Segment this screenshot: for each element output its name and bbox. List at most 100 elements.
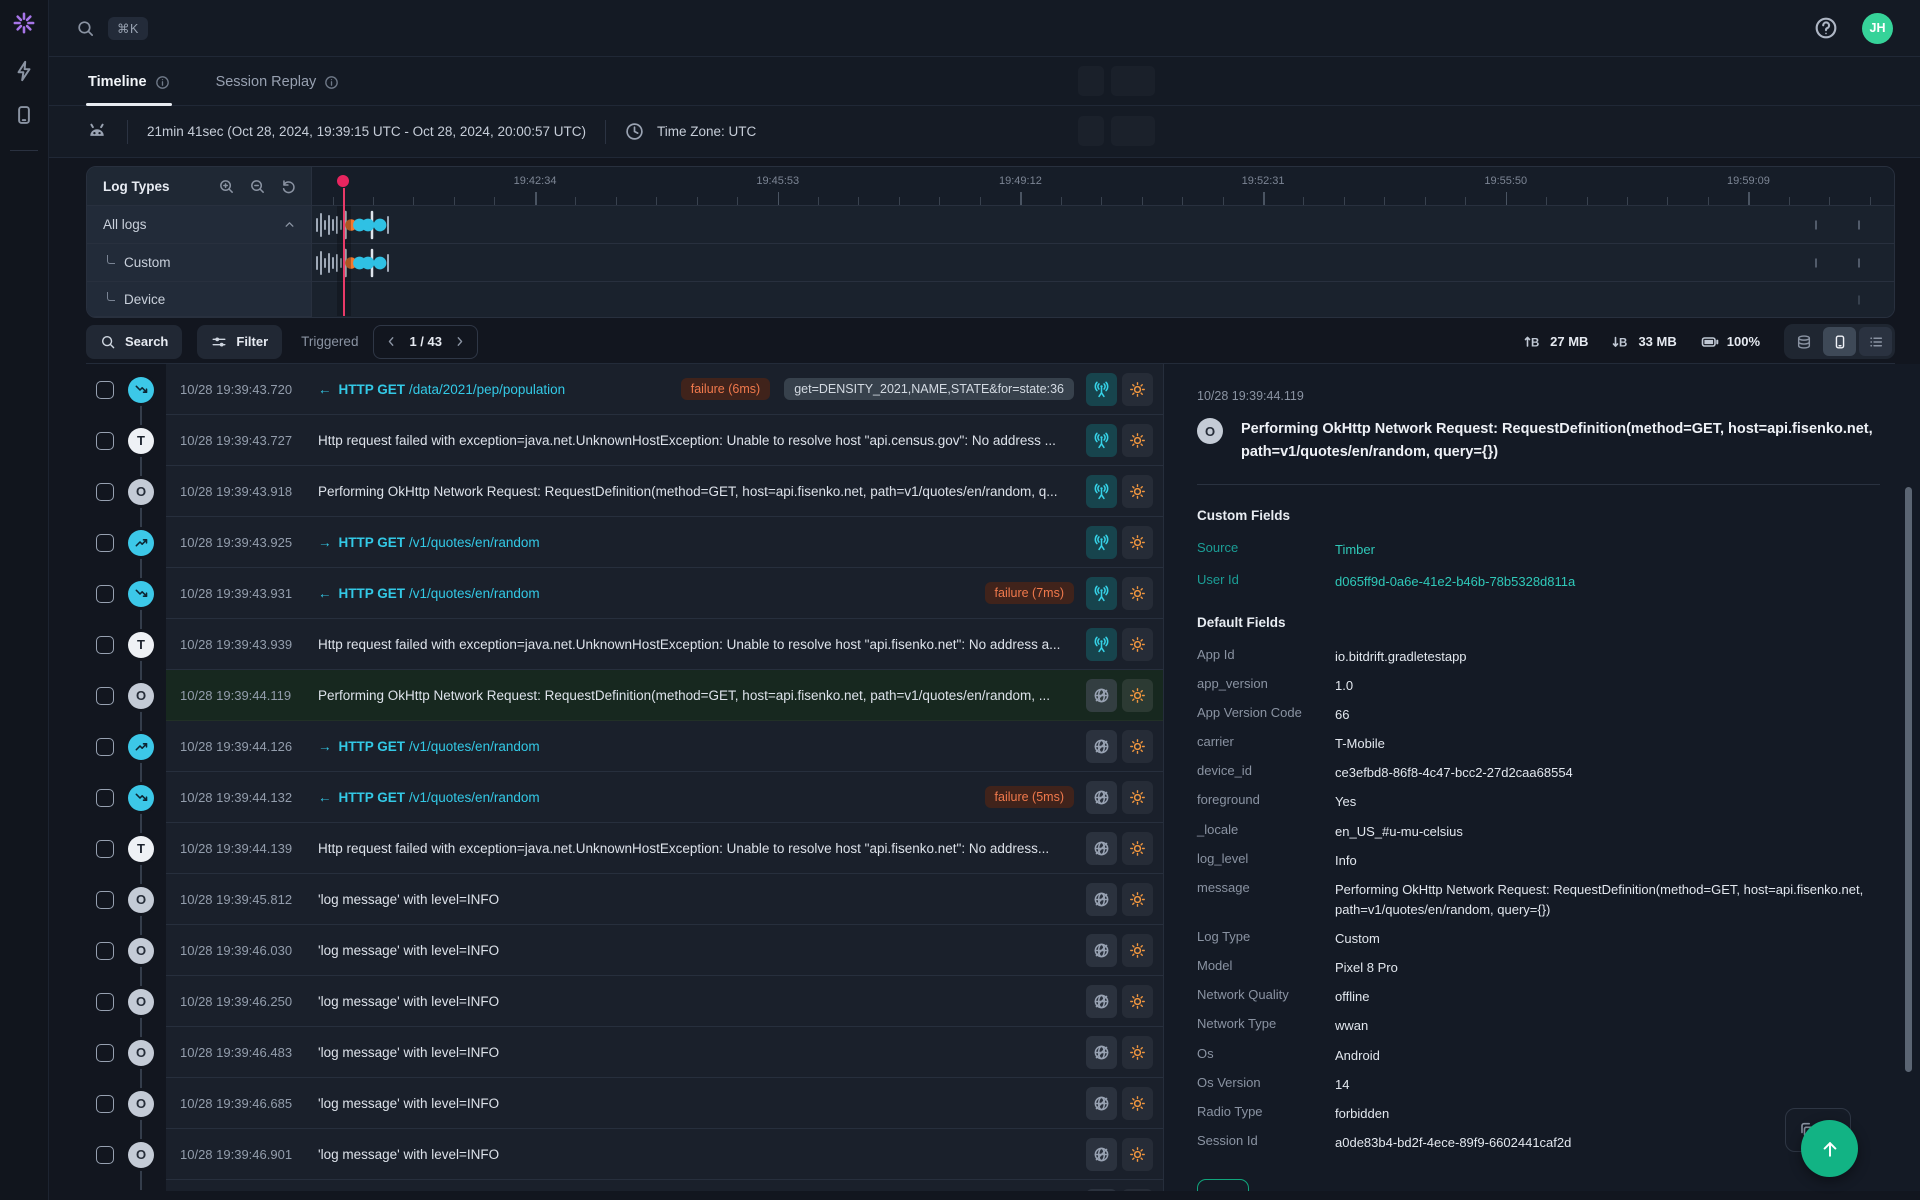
- timeline-row-label-all-logs[interactable]: All logs: [87, 206, 312, 244]
- timeline-row-label-custom[interactable]: Custom: [87, 244, 312, 282]
- log-row-checkbox[interactable]: [96, 1043, 114, 1062]
- brightness-button[interactable]: [1122, 729, 1153, 763]
- timeline-row-label-device[interactable]: Device: [87, 282, 312, 317]
- network-cellular-button[interactable]: [1086, 423, 1117, 457]
- network-cellular-button[interactable]: [1086, 525, 1117, 559]
- device-phone-icon[interactable]: [13, 104, 35, 126]
- brightness-button[interactable]: [1122, 372, 1153, 406]
- timeline-track-all-logs[interactable]: [312, 206, 1894, 244]
- network-cellular-button[interactable]: [1086, 372, 1117, 406]
- search-shortcut-badge[interactable]: ⌘K: [108, 16, 148, 40]
- view-database-button[interactable]: [1787, 327, 1820, 356]
- view-device-button[interactable]: [1823, 327, 1856, 356]
- network-offline-button[interactable]: [1086, 678, 1117, 712]
- log-row-checkbox[interactable]: [96, 839, 114, 858]
- network-cellular-button[interactable]: [1086, 576, 1117, 610]
- log-message: 'log message' with level=INFO: [318, 891, 500, 907]
- log-row[interactable]: O10/28 19:39:47.0'log message' with leve…: [86, 1180, 1163, 1191]
- log-row-checkbox[interactable]: [96, 737, 114, 756]
- chevron-up-icon[interactable]: [282, 217, 297, 232]
- filter-button[interactable]: Filter: [197, 324, 283, 359]
- field-key: Session Id: [1197, 1133, 1258, 1149]
- log-row[interactable]: O 10/28 19:39:45.812 'log message' with le…: [86, 874, 1163, 925]
- log-row-checkbox[interactable]: [96, 431, 114, 450]
- log-row[interactable]: 10/28 19:39:43.720 ← HTTP GET/data/2021/pe…: [86, 364, 1163, 415]
- log-row[interactable]: 10/28 19:39:43.925 → HTTP GET/v1/quotes/en…: [86, 517, 1163, 568]
- brightness-button[interactable]: [1122, 627, 1153, 661]
- log-row[interactable]: 10/28 19:39:44.126 → HTTP GET/v1/quotes/en…: [86, 721, 1163, 772]
- network-offline-button[interactable]: [1086, 882, 1117, 916]
- playhead-handle[interactable]: [337, 175, 349, 187]
- chevron-right-icon[interactable]: [452, 334, 467, 349]
- timeline-track-device[interactable]: [312, 282, 1894, 317]
- brightness-button[interactable]: [1122, 1086, 1153, 1120]
- brightness-button[interactable]: [1122, 933, 1153, 967]
- log-row[interactable]: 10/28 19:39:43.931 ← HTTP GET/v1/quotes/en…: [86, 568, 1163, 619]
- log-row-checkbox[interactable]: [96, 533, 114, 552]
- network-offline-button[interactable]: [1086, 1137, 1117, 1171]
- network-cellular-button[interactable]: [1086, 474, 1117, 508]
- brightness-button[interactable]: [1122, 780, 1153, 814]
- log-row[interactable]: T 10/28 19:39:44.139 Http request failed w…: [86, 823, 1163, 874]
- brightness-button[interactable]: [1122, 678, 1153, 712]
- log-row-checkbox[interactable]: [96, 686, 114, 705]
- tab-session-replay[interactable]: Session Replay: [214, 74, 342, 105]
- network-offline-button[interactable]: [1086, 984, 1117, 1018]
- brightness-button[interactable]: [1122, 882, 1153, 916]
- search-icon[interactable]: [76, 19, 95, 38]
- timeline-ruler[interactable]: 19:42:34 19:45:53 19:49:12 19:52:31 19:55:50…: [312, 167, 1894, 206]
- log-row[interactable]: O 10/28 19:39:44.119 Performing OkHttp Net…: [86, 670, 1163, 721]
- network-offline-button[interactable]: [1086, 780, 1117, 814]
- scroll-to-top-button[interactable]: [1801, 1120, 1858, 1177]
- log-row[interactable]: O 10/28 19:39:46.483 'log message' with le…: [86, 1027, 1163, 1078]
- log-row-checkbox[interactable]: [96, 635, 114, 654]
- log-row[interactable]: O 10/28 19:39:46.901 'log message' with le…: [86, 1129, 1163, 1180]
- copy-fields-button[interactable]: [1197, 1179, 1249, 1191]
- network-offline-button[interactable]: [1086, 1035, 1117, 1069]
- reset-zoom-icon[interactable]: [280, 178, 297, 195]
- log-row-checkbox[interactable]: [96, 482, 114, 501]
- brightness-button[interactable]: [1122, 525, 1153, 559]
- log-row-checkbox[interactable]: [96, 380, 114, 399]
- panel-scrollbar[interactable]: [1905, 487, 1912, 1072]
- log-row[interactable]: O 10/28 19:39:46.250 'log message' with le…: [86, 976, 1163, 1027]
- log-row-checkbox[interactable]: [96, 992, 114, 1011]
- tab-timeline[interactable]: Timeline: [86, 74, 172, 106]
- network-offline-button[interactable]: [1086, 831, 1117, 865]
- log-row-checkbox[interactable]: [96, 584, 114, 603]
- brightness-button[interactable]: [1122, 1137, 1153, 1171]
- brightness-button[interactable]: [1122, 984, 1153, 1018]
- log-row[interactable]: T 10/28 19:39:43.939 Http request failed w…: [86, 619, 1163, 670]
- brightness-button[interactable]: [1122, 1035, 1153, 1069]
- log-row-checkbox[interactable]: [96, 890, 114, 909]
- network-offline-button[interactable]: [1086, 1086, 1117, 1120]
- avatar[interactable]: JH: [1862, 12, 1893, 44]
- log-row[interactable]: O 10/28 19:39:46.685 'log message' with le…: [86, 1078, 1163, 1129]
- log-row[interactable]: 10/28 19:39:44.132 ← HTTP GET/v1/quotes/en…: [86, 772, 1163, 823]
- network-offline-button[interactable]: [1086, 933, 1117, 967]
- log-row-checkbox[interactable]: [96, 1145, 114, 1164]
- brightness-button[interactable]: [1122, 576, 1153, 610]
- log-row-checkbox[interactable]: [96, 941, 114, 960]
- network-offline-button[interactable]: [1086, 1188, 1117, 1191]
- brightness-button[interactable]: [1122, 1188, 1153, 1191]
- brightness-button[interactable]: [1122, 423, 1153, 457]
- network-offline-button[interactable]: [1086, 729, 1117, 763]
- timeline-track-custom[interactable]: [312, 244, 1894, 282]
- session-duration: 21min 41sec (Oct 28, 2024, 19:39:15 UTC …: [147, 124, 586, 139]
- brightness-button[interactable]: [1122, 831, 1153, 865]
- log-row-checkbox[interactable]: [96, 788, 114, 807]
- log-row[interactable]: T 10/28 19:39:43.727 Http request failed w…: [86, 415, 1163, 466]
- network-cellular-button[interactable]: [1086, 627, 1117, 661]
- log-row-checkbox[interactable]: [96, 1094, 114, 1113]
- zoom-in-icon[interactable]: [218, 178, 235, 195]
- view-list-button[interactable]: [1859, 327, 1892, 356]
- chevron-left-icon[interactable]: [384, 334, 399, 349]
- search-button[interactable]: Search: [86, 324, 183, 359]
- help-icon[interactable]: [1814, 16, 1838, 40]
- log-row[interactable]: O 10/28 19:39:43.918 Performing OkHttp Net…: [86, 466, 1163, 517]
- zoom-out-icon[interactable]: [249, 178, 266, 195]
- brightness-button[interactable]: [1122, 474, 1153, 508]
- log-row[interactable]: O 10/28 19:39:46.030 'log message' with le…: [86, 925, 1163, 976]
- lightning-icon[interactable]: [13, 60, 35, 82]
